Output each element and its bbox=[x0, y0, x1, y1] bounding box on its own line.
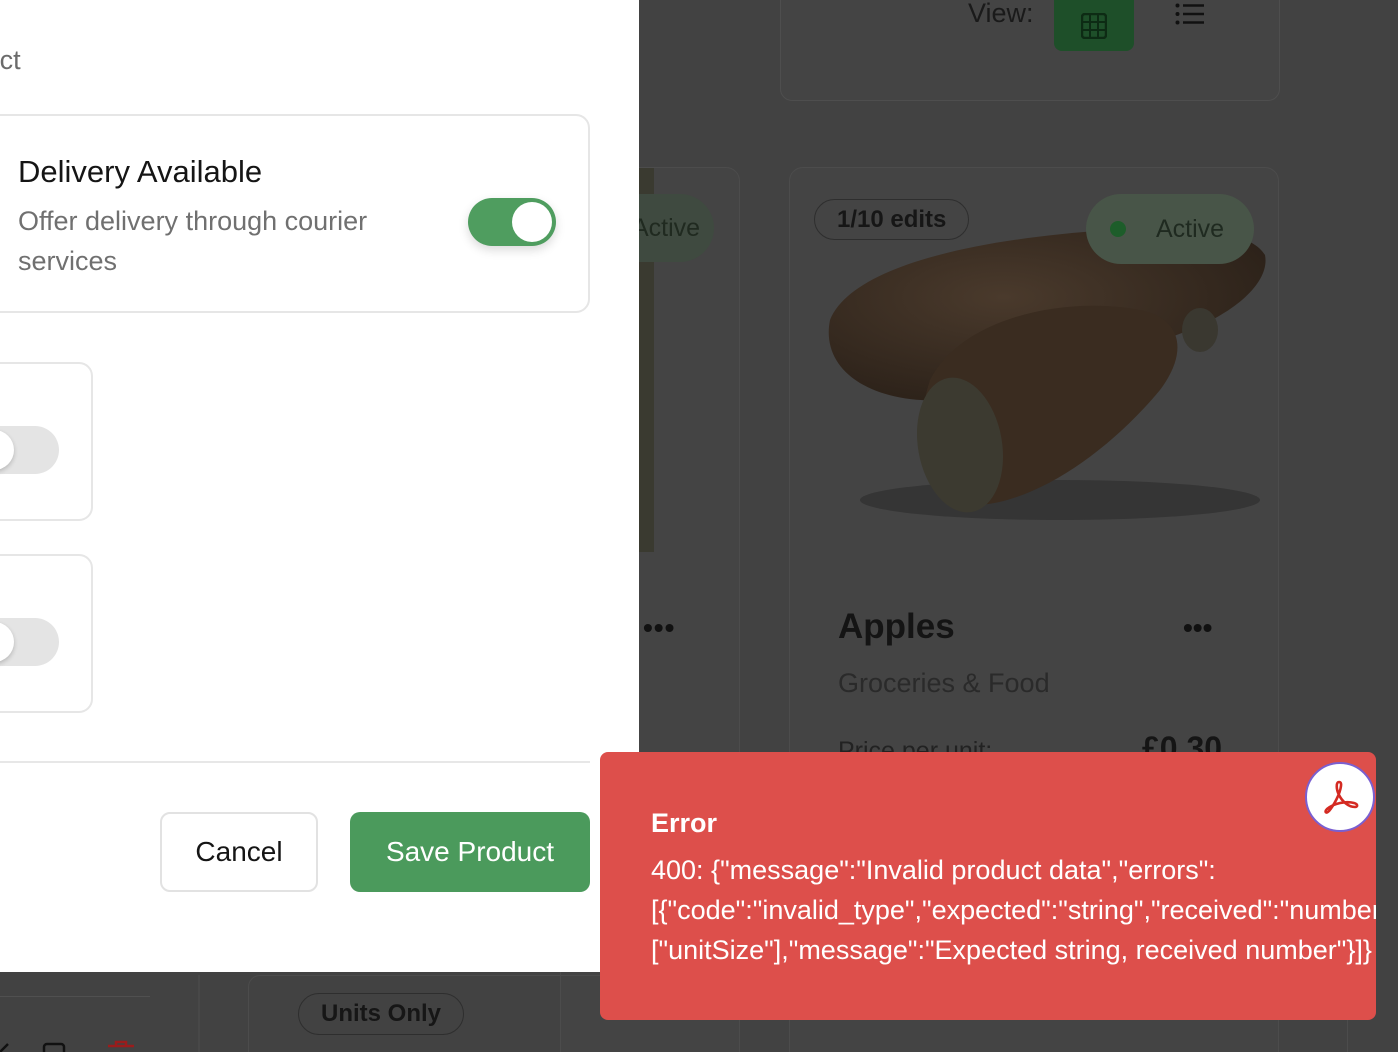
trash-icon bbox=[108, 1040, 134, 1048]
edits-badge: 1/10 edits bbox=[814, 199, 970, 240]
row-actions bbox=[0, 1040, 134, 1052]
save-product-button[interactable]: Save Product bbox=[350, 812, 590, 892]
product-name: Apples bbox=[838, 607, 955, 646]
option-toggle[interactable] bbox=[0, 618, 59, 666]
list-view-button[interactable] bbox=[1168, 0, 1212, 32]
product-category: Groceries & Food bbox=[838, 668, 1050, 698]
more-options-button[interactable]: ••• bbox=[1183, 612, 1212, 644]
modal-footer-divider bbox=[0, 761, 590, 763]
toast-message-line: 400: {"message":"Invalid product data","… bbox=[651, 855, 1216, 885]
cancel-button[interactable]: Cancel bbox=[160, 812, 318, 892]
grid-view-button[interactable] bbox=[1054, 0, 1134, 51]
acrobat-button[interactable] bbox=[1305, 762, 1375, 832]
delivery-title: Delivery Available bbox=[18, 154, 263, 189]
toast-message-line: [{"code":"invalid_type","expected":"stri… bbox=[651, 895, 1376, 925]
toggle-knob bbox=[512, 202, 552, 242]
view-label: View: bbox=[968, 0, 1034, 28]
grid-icon bbox=[1081, 12, 1107, 39]
more-options-button-left[interactable]: ••• bbox=[643, 612, 675, 644]
error-toast[interactable]: Error 400: {"message":"Invalid product d… bbox=[600, 752, 1376, 1020]
toast-message-line: ["unitSize"],"message":"Expected string,… bbox=[651, 935, 1372, 965]
divider bbox=[0, 996, 150, 997]
toggle-knob bbox=[0, 622, 14, 662]
divider bbox=[198, 975, 200, 1052]
units-badge: Units Only bbox=[298, 993, 465, 1035]
add-product-modal: Add Product Delivery Available Offer del… bbox=[0, 0, 639, 972]
adobe-acrobat-icon bbox=[1324, 780, 1359, 814]
delivery-toggle[interactable] bbox=[468, 198, 556, 246]
option-toggle[interactable] bbox=[0, 426, 59, 474]
copy-icon bbox=[42, 1042, 66, 1052]
toggle-knob bbox=[0, 430, 14, 470]
edit-icon bbox=[0, 1043, 9, 1052]
modal-title: Add Product bbox=[0, 45, 21, 75]
toast-title: Error bbox=[651, 808, 718, 838]
toast-message: 400: {"message":"Invalid product data","… bbox=[651, 850, 1376, 970]
status-dot-icon bbox=[1110, 221, 1126, 237]
status-badge: Active bbox=[1086, 194, 1254, 264]
delivery-description: Offer delivery through courier services bbox=[18, 206, 368, 276]
list-icon bbox=[1175, 3, 1204, 25]
